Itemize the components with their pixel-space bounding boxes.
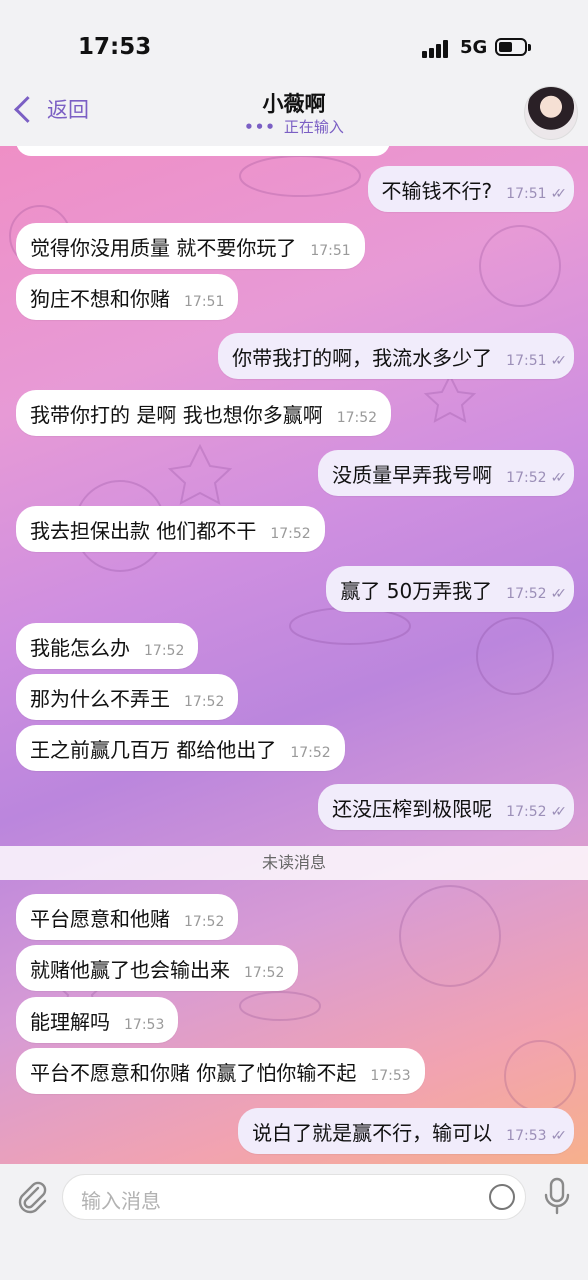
signal-icon xyxy=(422,40,452,58)
typing-status: 正在输入 xyxy=(283,118,344,136)
outgoing-message[interactable]: 说白了就是赢不行，输可以 17:53 ✓✓ xyxy=(238,1108,574,1154)
message-time: 17:52 xyxy=(290,745,331,761)
double-check-icon: ✓✓ xyxy=(550,586,568,602)
microphone-icon[interactable] xyxy=(540,1176,574,1216)
message-time: 17:51 xyxy=(310,243,351,259)
double-check-icon: ✓✓ xyxy=(550,186,568,202)
incoming-message[interactable]: 平台愿意和他赌 17:52 xyxy=(16,894,239,940)
typing-indicator: ••• 正在输入 xyxy=(0,116,588,137)
input-bar: 输入消息 xyxy=(0,1164,588,1280)
status-bar: 17:53 5G xyxy=(0,0,588,80)
chat-header: 返回 小薇啊 ••• 正在输入 xyxy=(0,80,588,146)
message-text: 能理解吗 xyxy=(30,1009,110,1034)
incoming-message[interactable]: 我能怎么办 17:52 xyxy=(16,623,199,669)
incoming-message[interactable]: 能理解吗 17:53 xyxy=(16,997,179,1043)
message-bubble-partial xyxy=(16,146,390,156)
battery-level xyxy=(499,42,513,52)
message-time: 17:52 xyxy=(506,804,547,820)
double-check-icon: ✓✓ xyxy=(550,353,568,369)
message-input[interactable]: 输入消息 xyxy=(62,1174,526,1220)
network-type: 5G xyxy=(460,37,488,58)
incoming-message[interactable]: 觉得你没用质量 就不要你玩了 17:51 xyxy=(16,223,365,269)
message-time: 17:52 xyxy=(336,410,378,426)
chat-title[interactable]: 小薇啊 xyxy=(0,88,588,118)
incoming-message[interactable]: 平台不愿意和你赌 你赢了怕你输不起 17:53 xyxy=(16,1048,425,1094)
message-time: 17:52 xyxy=(270,526,311,542)
message-text: 那为什么不弄王 xyxy=(30,686,170,711)
message-text: 王之前赢几百万 都给他出了 xyxy=(30,737,277,762)
message-text: 不输钱不行? xyxy=(381,178,493,203)
message-time: 17:51 xyxy=(506,186,547,202)
chat-area[interactable]: 未读消息 不输钱不行? 17:51 ✓✓ 觉得你没用质量 就不要你玩了 17:51 狗庄不… xyxy=(0,146,588,1164)
message-time: 17:52 xyxy=(506,586,547,602)
incoming-message[interactable]: 狗庄不想和你赌 17:51 xyxy=(16,274,239,320)
message-text: 说白了就是赢不行，输可以 xyxy=(252,1120,493,1145)
message-text: 赢了 50万弄我了 xyxy=(340,578,493,603)
message-text: 我能怎么办 xyxy=(30,635,130,660)
message-text: 还没压榨到极限呢 xyxy=(332,796,493,821)
message-text: 觉得你没用质量 就不要你玩了 xyxy=(30,235,297,260)
message-text: 你带我打的啊，我流水多少了 xyxy=(232,345,493,370)
double-check-icon: ✓✓ xyxy=(550,804,568,820)
incoming-message[interactable]: 那为什么不弄王 17:52 xyxy=(16,674,239,720)
message-time: 17:53 xyxy=(370,1068,411,1084)
paperclip-icon[interactable] xyxy=(14,1178,50,1214)
incoming-message[interactable]: 就赌他赢了也会输出来 17:52 xyxy=(16,945,299,991)
outgoing-message[interactable]: 没质量早弄我号啊 17:52 ✓✓ xyxy=(318,450,574,496)
typing-dots-icon: ••• xyxy=(244,118,276,136)
message-text: 就赌他赢了也会输出来 xyxy=(30,957,230,982)
message-time: 17:52 xyxy=(184,694,225,710)
message-time: 17:52 xyxy=(506,470,547,486)
avatar[interactable] xyxy=(524,86,578,140)
double-check-icon: ✓✓ xyxy=(550,1128,568,1144)
message-time: 17:51 xyxy=(184,294,225,310)
outgoing-message[interactable]: 赢了 50万弄我了 17:52 ✓✓ xyxy=(326,566,574,612)
message-text: 平台不愿意和你赌 你赢了怕你输不起 xyxy=(30,1060,357,1085)
outgoing-message[interactable]: 你带我打的啊，我流水多少了 17:51 ✓✓ xyxy=(218,333,574,379)
message-time: 17:52 xyxy=(244,965,285,981)
message-text: 我去担保出款 他们都不干 xyxy=(30,518,257,543)
message-time: 17:51 xyxy=(506,353,547,369)
outgoing-message[interactable]: 不输钱不行? 17:51 ✓✓ xyxy=(367,166,574,212)
message-time: 17:52 xyxy=(144,643,185,659)
double-check-icon: ✓✓ xyxy=(550,470,568,486)
status-time: 17:53 xyxy=(78,34,152,60)
message-text: 平台愿意和他赌 xyxy=(30,906,170,931)
sticker-icon[interactable] xyxy=(489,1184,515,1210)
input-placeholder: 输入消息 xyxy=(81,1189,161,1213)
outgoing-message[interactable]: 还没压榨到极限呢 17:52 ✓✓ xyxy=(318,784,574,830)
message-time: 17:53 xyxy=(124,1017,165,1033)
message-time: 17:53 xyxy=(506,1128,547,1144)
unread-divider: 未读消息 xyxy=(0,846,588,880)
message-text: 狗庄不想和你赌 xyxy=(30,286,170,311)
incoming-message[interactable]: 我带你打的 是啊 我也想你多赢啊 17:52 xyxy=(16,390,392,436)
incoming-message[interactable]: 我去担保出款 他们都不干 17:52 xyxy=(16,506,325,552)
battery-icon xyxy=(495,38,531,56)
incoming-message[interactable]: 王之前赢几百万 都给他出了 17:52 xyxy=(16,725,345,771)
message-time: 17:52 xyxy=(184,914,225,930)
message-text: 我带你打的 是啊 我也想你多赢啊 xyxy=(30,402,323,427)
message-text: 没质量早弄我号啊 xyxy=(332,462,493,487)
